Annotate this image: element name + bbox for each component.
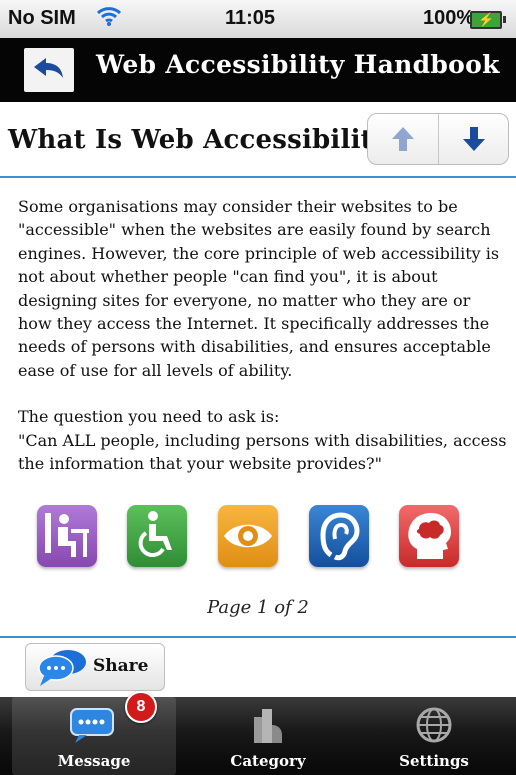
wheelchair-icon (127, 505, 187, 567)
paragraph: Some organisations may consider their we… (18, 197, 500, 380)
divider-top (0, 176, 516, 178)
arrow-up-icon (392, 127, 414, 151)
article-body: Some organisations may consider their we… (18, 195, 508, 475)
eye-icon (218, 505, 278, 567)
buildings-icon (254, 709, 282, 743)
status-bar: No SIM 11:05 100% ⚡ (0, 0, 516, 38)
tab-message-label: Message (57, 752, 131, 770)
arrow-down-icon (463, 127, 485, 151)
back-arrow-icon (34, 58, 63, 78)
head-brain-icon (399, 505, 459, 567)
tab-message[interactable]: 8 Message (12, 691, 176, 775)
battery-charging-icon: ⚡ (470, 11, 506, 29)
app-title: Web Accessibility Handbook (96, 50, 500, 79)
tab-settings-label: Settings (399, 752, 469, 770)
share-label: Share (93, 656, 149, 676)
tab-category-label: Category (230, 752, 306, 770)
next-page-button[interactable] (439, 114, 508, 164)
clock: 11:05 (225, 7, 276, 29)
message-badge: 8 (125, 691, 157, 723)
battery-percent: 100% (423, 7, 475, 29)
back-button[interactable] (24, 48, 74, 92)
page-title: What Is Web Accessibility (8, 125, 389, 155)
wifi-icon (96, 4, 122, 34)
speech-bubble-icon (38, 650, 86, 686)
globe-icon (416, 707, 452, 743)
disability-icons-row (0, 505, 516, 567)
page-indicator: Page 1 of 2 (207, 597, 309, 618)
divider-bottom (0, 636, 516, 638)
question-intro: The question you need to ask is: (18, 407, 280, 427)
tab-bar: 8 Message Category Settings (0, 691, 516, 775)
question-quote: "Can ALL people, including persons with … (18, 430, 507, 474)
tab-category[interactable]: Category (186, 697, 350, 775)
ear-icon (309, 505, 369, 567)
previous-page-button[interactable] (368, 114, 438, 164)
page-nav-group (367, 113, 509, 165)
share-button[interactable]: Share (25, 643, 165, 691)
paragraph: The question you need to ask is: "Can ALL… (18, 405, 508, 475)
app-header: Web Accessibility Handbook (0, 38, 516, 102)
message-bubble-icon (70, 708, 114, 743)
person-at-desk-icon (37, 505, 97, 567)
tab-settings[interactable]: Settings (358, 697, 510, 775)
carrier-label: No SIM (8, 7, 76, 29)
